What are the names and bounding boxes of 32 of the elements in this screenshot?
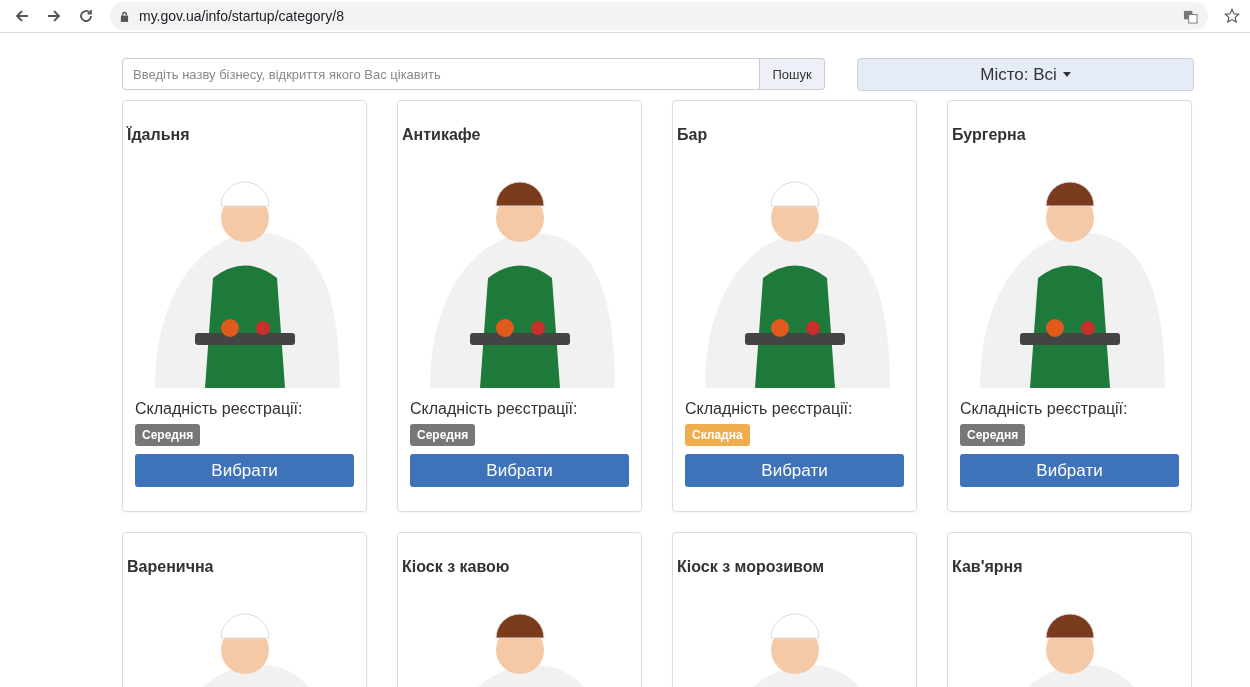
choose-button[interactable]: Вибрати bbox=[410, 454, 629, 487]
choose-button[interactable]: Вибрати bbox=[685, 454, 904, 487]
difficulty-label: Складність реєстрації: bbox=[685, 400, 853, 418]
city-dropdown[interactable]: Місто: Всі bbox=[857, 58, 1194, 91]
lock-icon bbox=[120, 10, 129, 22]
reload-icon[interactable] bbox=[78, 8, 94, 24]
search-field[interactable]: Введіть назву бізнесу, відкриття якого Вас цікавить bbox=[122, 58, 760, 90]
difficulty-label: Складність реєстрації: bbox=[960, 400, 1128, 418]
difficulty-badge: Середня bbox=[960, 424, 1026, 446]
caret-icon bbox=[1062, 72, 1071, 77]
url-text: my.gov.ua/info/startup/category/8 bbox=[139, 8, 344, 24]
difficulty-badge: Середня bbox=[135, 424, 201, 446]
forward-icon[interactable] bbox=[46, 8, 62, 24]
card-title: Бар bbox=[677, 126, 708, 144]
card-title: Їдальня bbox=[127, 126, 190, 144]
difficulty-label: Складність реєстрації: bbox=[410, 400, 578, 418]
card-title: Варенична bbox=[127, 558, 214, 576]
difficulty-badge: Середня bbox=[410, 424, 476, 446]
choose-button[interactable]: Вибрати bbox=[960, 454, 1179, 487]
choose-button[interactable]: Вибрати bbox=[135, 454, 354, 487]
card-title: Кіоск з кавою bbox=[402, 558, 510, 576]
card-title: Бургерна bbox=[952, 126, 1026, 144]
card-title: Кіоск з морозивом bbox=[677, 558, 825, 576]
card-title: Кав'ярня bbox=[952, 558, 1023, 576]
search-button[interactable]: Пошук bbox=[760, 58, 825, 90]
card-title: Антикафе bbox=[402, 126, 481, 144]
star-icon[interactable] bbox=[1224, 8, 1240, 24]
address-bar[interactable]: my.gov.ua/info/startup/category/8 bbox=[110, 2, 1208, 30]
translate-icon[interactable] bbox=[1183, 8, 1198, 24]
back-icon[interactable] bbox=[14, 8, 30, 24]
difficulty-badge: Складна bbox=[685, 424, 750, 446]
difficulty-label: Складність реєстрації: bbox=[135, 400, 303, 418]
